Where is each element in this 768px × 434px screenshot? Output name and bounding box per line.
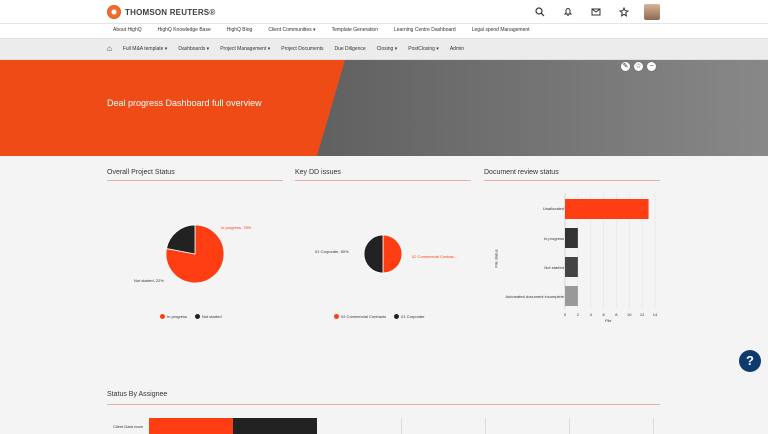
x-tick-6: 6 xyxy=(602,312,605,317)
legend-commercial-contracts-label: 02 Commercial Contracts xyxy=(341,314,387,319)
legend-dark-swatch xyxy=(195,314,201,319)
pie2-legend: 02 Commercial Contracts 01 Corporate xyxy=(334,314,424,319)
status-grid-line xyxy=(653,418,654,434)
overall-project-status-pie xyxy=(165,224,225,284)
legend-orange-swatch xyxy=(334,314,339,319)
y-axis-label: File status xyxy=(493,249,499,268)
pie2-slice2-label: 02 Commercial Contrac... xyxy=(412,254,458,259)
legend-in-progress-label: In progress xyxy=(167,314,188,319)
x-tick-12: 12 xyxy=(640,312,645,317)
status-grid-line xyxy=(401,418,402,434)
x-tick-4: 4 xyxy=(590,312,593,317)
x-tick-8: 8 xyxy=(615,312,618,317)
legend-orange-swatch xyxy=(160,314,165,319)
pie1-slice2-label: Not started, 22% xyxy=(134,278,164,283)
bar-unallocated[interactable] xyxy=(565,199,649,219)
legend-corporate-label: 01 Corporate xyxy=(401,314,425,319)
status-by-assignee-underline xyxy=(107,404,660,405)
bar-label-automated-document-incomplete: Automated document incomplete xyxy=(505,294,564,299)
x-tick-10: 10 xyxy=(627,312,632,317)
pie1-legend: In progress Not started xyxy=(160,314,222,319)
x-axis-label: File xyxy=(605,318,612,323)
status-bar-dark[interactable] xyxy=(233,418,317,434)
bar-label-unallocated: Unallocated xyxy=(542,206,564,211)
pie-slice-01-corporate[interactable] xyxy=(363,234,384,274)
status-grid-line xyxy=(569,418,570,434)
x-tick-14: 14 xyxy=(653,312,658,317)
bar-label-in-progress: In progress xyxy=(543,236,564,241)
document-review-bars: 0 2 4 6 8 10 12 14 xyxy=(564,193,658,317)
legend-not-started-label: Not started xyxy=(202,314,222,319)
charts-layer: 0 2 4 6 8 10 12 14 xyxy=(165,193,658,317)
status-bar-orange[interactable] xyxy=(149,418,233,434)
pie-slice-not-started[interactable] xyxy=(166,224,196,255)
bar-not-started[interactable] xyxy=(565,257,578,277)
bar-automated-document-incomplete[interactable] xyxy=(565,286,578,306)
legend-corporate[interactable]: 01 Corporate xyxy=(394,314,424,319)
bar-in-progress[interactable] xyxy=(565,228,578,248)
x-tick-0: 0 xyxy=(564,312,567,317)
status-row-client-data-room: Client Data room xyxy=(113,424,144,429)
pie2-slice1-label: 01 Corporate, 50% xyxy=(315,249,349,254)
status-by-assignee-title: Status By Assignee xyxy=(107,391,168,398)
legend-not-started[interactable]: Not started xyxy=(195,314,222,319)
legend-dark-swatch xyxy=(394,314,400,319)
help-button[interactable]: ? xyxy=(739,350,761,372)
status-grid-line xyxy=(485,418,486,434)
pie-slice-02-commercial-contracts[interactable] xyxy=(382,234,403,274)
bar-label-not-started: Not started xyxy=(544,265,564,270)
x-tick-2: 2 xyxy=(577,312,580,317)
legend-in-progress[interactable]: In progress xyxy=(160,314,187,319)
key-dd-issues-pie xyxy=(363,234,403,274)
pie1-slice1-label: In progress, 78% xyxy=(221,225,252,230)
legend-commercial-contracts[interactable]: 02 Commercial Contracts xyxy=(334,314,386,319)
